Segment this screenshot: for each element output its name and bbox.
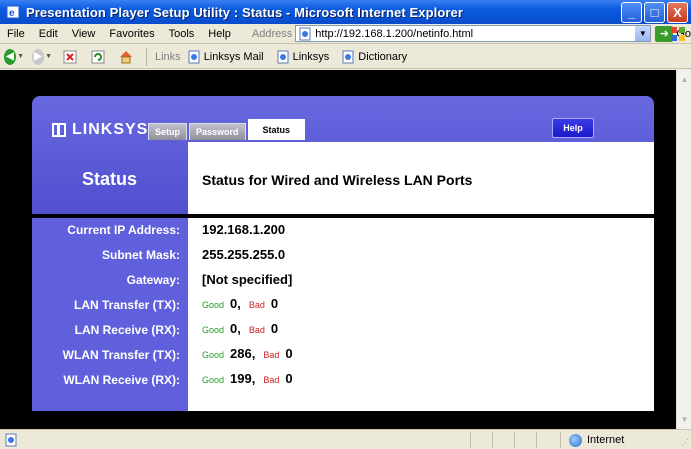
- bad-label: Bad: [248, 300, 265, 310]
- link-linksys-mail[interactable]: Linksys Mail: [187, 50, 264, 64]
- back-button[interactable]: ◀ ▼: [4, 47, 24, 67]
- link-label: Linksys: [292, 50, 330, 63]
- wlan-rx-label: WLAN Receive (RX):: [63, 373, 180, 387]
- page-icon: [342, 50, 354, 63]
- refresh-button[interactable]: [88, 47, 108, 67]
- good-label: Good: [202, 325, 225, 335]
- menu-favorites[interactable]: Favorites: [102, 28, 161, 40]
- linksys-logo: LINKSYS ®: [52, 121, 156, 139]
- back-arrow-icon: ◀: [4, 48, 17, 65]
- good-count: 199: [230, 371, 252, 386]
- address-bar[interactable]: http://192.168.1.200/netinfo.html ▼: [295, 25, 652, 42]
- wlan-rx-value: Good 199 , Bad 0: [202, 371, 293, 386]
- page-heading: Status for Wired and Wireless LAN Ports: [202, 172, 473, 188]
- forward-button[interactable]: ▶ ▼: [32, 47, 52, 67]
- bad-count: 0: [285, 346, 293, 361]
- good-count: 0: [230, 296, 238, 311]
- stop-button[interactable]: [60, 47, 80, 67]
- good-label: Good: [202, 375, 225, 385]
- page-icon: [277, 50, 289, 63]
- help-button[interactable]: Help: [552, 118, 594, 138]
- security-zone: Internet: [560, 432, 688, 448]
- zone-label: Internet: [587, 434, 625, 446]
- bad-count: 0: [270, 321, 279, 336]
- menu-bar: File Edit View Favorites Tools Help Addr…: [0, 24, 691, 44]
- lan-tx-value: Good 0 , Bad 0: [202, 296, 279, 311]
- page-icon: [5, 433, 17, 446]
- tab-bar: Setup Password Status: [148, 119, 307, 140]
- good-count: 286: [230, 346, 252, 361]
- bad-count: 0: [285, 371, 293, 386]
- minimize-button[interactable]: _: [621, 2, 642, 23]
- bad-label: Bad: [248, 325, 265, 335]
- maximize-button[interactable]: □: [644, 2, 665, 23]
- lan-tx-label: LAN Transfer (TX):: [73, 298, 180, 312]
- subnet-mask-value: 255.255.255.0: [202, 247, 286, 262]
- close-button[interactable]: X: [667, 2, 688, 23]
- tab-password[interactable]: Password: [189, 123, 246, 140]
- good-count: 0: [230, 321, 238, 336]
- tab-status[interactable]: Status: [247, 119, 306, 140]
- resize-grip-icon[interactable]: ⋰: [681, 438, 689, 447]
- link-label: Dictionary: [358, 50, 408, 63]
- menu-file[interactable]: File: [0, 28, 32, 40]
- toolbar: ◀ ▼ ▶ ▼ Links Linksys Mail Linksys Diction…: [0, 45, 691, 69]
- title-bar: e Presentation Player Setup Utility : St…: [0, 0, 691, 24]
- gateway-label: Gateway:: [126, 273, 180, 287]
- link-label: Linksys Mail: [203, 50, 264, 63]
- scroll-up-icon[interactable]: ▲: [677, 72, 691, 87]
- status-panels: [470, 432, 558, 448]
- link-dictionary[interactable]: Dictionary: [341, 50, 407, 64]
- page-content: LINKSYS ® Setup Password Status Help Sta…: [0, 70, 676, 429]
- refresh-icon: [91, 50, 105, 63]
- svg-text:e: e: [9, 8, 15, 19]
- menu-tools[interactable]: Tools: [162, 28, 202, 40]
- bad-label: Bad: [263, 350, 280, 360]
- good-label: Good: [202, 350, 225, 360]
- toolbar-separator: [146, 47, 147, 66]
- lan-rx-value: Good 0 , Bad 0: [202, 321, 279, 336]
- bad-count: 0: [270, 296, 279, 311]
- wlan-tx-label: WLAN Transfer (TX):: [62, 348, 180, 362]
- menu-edit[interactable]: Edit: [32, 28, 65, 40]
- globe-icon: [569, 433, 582, 447]
- windows-flag-icon: [671, 27, 685, 41]
- status-bar: Internet ⋰: [0, 429, 691, 449]
- wlan-tx-value: Good 286 , Bad 0: [202, 346, 293, 361]
- ip-address-label: Current IP Address:: [67, 223, 180, 237]
- address-dropdown-icon[interactable]: ▼: [635, 26, 651, 41]
- gateway-value: [Not specified]: [202, 272, 293, 287]
- link-linksys[interactable]: Linksys: [276, 50, 330, 64]
- address-label: Address: [251, 27, 293, 40]
- stop-icon: [63, 50, 77, 63]
- section-title: Status: [82, 169, 138, 189]
- good-label: Good: [202, 300, 225, 310]
- linksys-logo-icon: [52, 123, 66, 137]
- page-header: Status for Wired and Wireless LAN Ports: [188, 142, 654, 214]
- lan-rx-label: LAN Receive (RX):: [74, 323, 180, 337]
- page-icon: [188, 50, 200, 63]
- links-label: Links: [155, 50, 181, 63]
- menu-help[interactable]: Help: [201, 28, 238, 40]
- tab-setup[interactable]: Setup: [148, 123, 188, 140]
- window-title: Presentation Player Setup Utility : Stat…: [26, 4, 464, 20]
- home-button[interactable]: [116, 47, 136, 67]
- logo-text: LINKSYS: [72, 121, 149, 138]
- forward-arrow-icon: ▶: [32, 48, 45, 65]
- subnet-mask-label: Subnet Mask:: [101, 248, 180, 262]
- address-value: http://192.168.1.200/netinfo.html: [315, 27, 474, 40]
- home-icon: [120, 50, 132, 63]
- vertical-scrollbar[interactable]: ▲ ▼: [676, 70, 691, 429]
- scroll-down-icon[interactable]: ▼: [677, 412, 691, 427]
- ie-page-icon: e: [5, 4, 21, 20]
- bad-label: Bad: [263, 375, 280, 385]
- ip-address-value: 192.168.1.200: [202, 222, 286, 237]
- page-icon: [299, 27, 311, 40]
- menu-view[interactable]: View: [65, 28, 103, 40]
